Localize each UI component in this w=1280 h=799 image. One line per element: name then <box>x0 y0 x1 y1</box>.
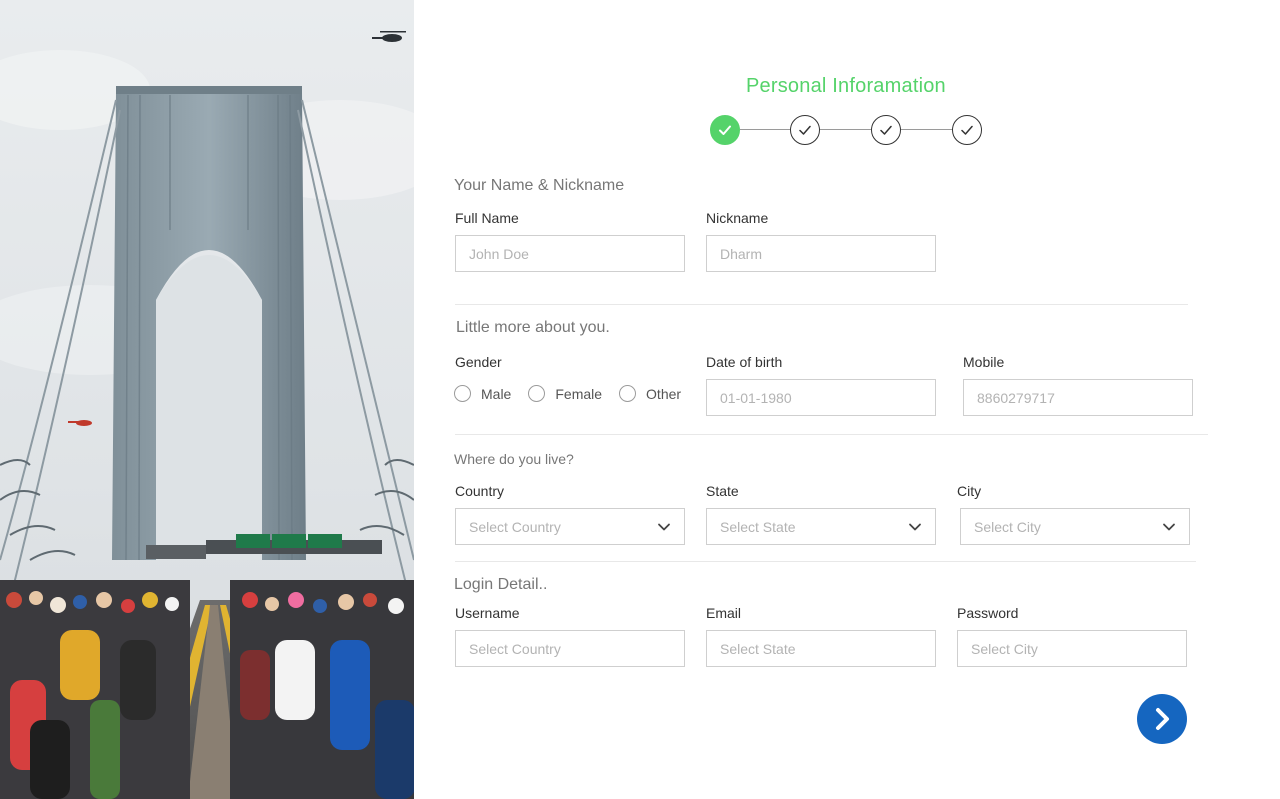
radio-circle-icon[interactable] <box>619 385 637 402</box>
step-connector <box>740 129 790 130</box>
chevron-down-icon <box>909 523 921 530</box>
radio-circle-icon[interactable] <box>454 385 471 402</box>
country-label: Country <box>455 483 505 499</box>
bridge-marathon-photo <box>0 0 414 799</box>
chevron-right-icon <box>1156 708 1169 730</box>
progress-stepper <box>710 115 984 147</box>
gender-female-label: Female <box>555 385 603 402</box>
city-label: City <box>957 483 982 499</box>
hero-image <box>0 0 414 799</box>
step-4-check-icon[interactable] <box>952 115 982 145</box>
step-3-check-icon[interactable] <box>871 115 901 145</box>
step-connector <box>901 129 952 130</box>
next-button[interactable] <box>1137 694 1187 744</box>
name-section-title: Your Name & Nickname <box>454 177 625 194</box>
state-select[interactable]: Select State <box>706 508 936 545</box>
country-select-value: Select Country <box>469 518 561 535</box>
gender-other-radio[interactable]: Other <box>619 385 681 402</box>
signup-form-panel: Personal Inforamation Your Name & Nickna… <box>414 0 1280 799</box>
username-label: Username <box>455 605 520 621</box>
full-name-input[interactable] <box>455 235 685 272</box>
gender-male-label: Male <box>481 385 512 402</box>
step-title: Personal Inforamation <box>746 75 946 97</box>
city-select-value: Select City <box>974 518 1041 535</box>
country-select[interactable]: Select Country <box>455 508 685 545</box>
password-input[interactable] <box>957 630 1187 667</box>
email-label: Email <box>706 605 742 621</box>
about-section-title: Little more about you. <box>456 319 610 336</box>
state-select-value: Select State <box>720 518 796 535</box>
step-connector <box>820 129 871 130</box>
gender-female-radio[interactable]: Female <box>528 385 602 402</box>
chevron-down-icon <box>1163 523 1175 530</box>
gender-label: Gender <box>455 354 502 370</box>
section-divider <box>455 561 1196 562</box>
full-name-label: Full Name <box>455 210 519 226</box>
section-divider <box>455 434 1208 435</box>
dob-input[interactable] <box>706 379 936 416</box>
state-label: State <box>706 483 739 499</box>
chevron-down-icon <box>658 523 670 530</box>
section-divider <box>455 304 1188 305</box>
mobile-label: Mobile <box>963 354 1005 370</box>
mobile-input[interactable] <box>963 379 1193 416</box>
step-2-check-icon[interactable] <box>790 115 820 145</box>
username-input[interactable] <box>455 630 685 667</box>
gender-other-label: Other <box>646 385 682 402</box>
gender-radio-group: Male Female Other <box>454 385 698 402</box>
nickname-label: Nickname <box>706 210 769 226</box>
nickname-input[interactable] <box>706 235 936 272</box>
step-1-check-icon[interactable] <box>710 115 740 145</box>
location-section-title: Where do you live? <box>454 451 574 467</box>
gender-male-radio[interactable]: Male <box>454 385 511 402</box>
email-input[interactable] <box>706 630 936 667</box>
city-select[interactable]: Select City <box>960 508 1190 545</box>
radio-circle-icon[interactable] <box>528 385 546 402</box>
password-label: Password <box>957 605 1019 621</box>
login-section-title: Login Detail.. <box>454 576 548 593</box>
dob-label: Date of birth <box>706 354 783 370</box>
